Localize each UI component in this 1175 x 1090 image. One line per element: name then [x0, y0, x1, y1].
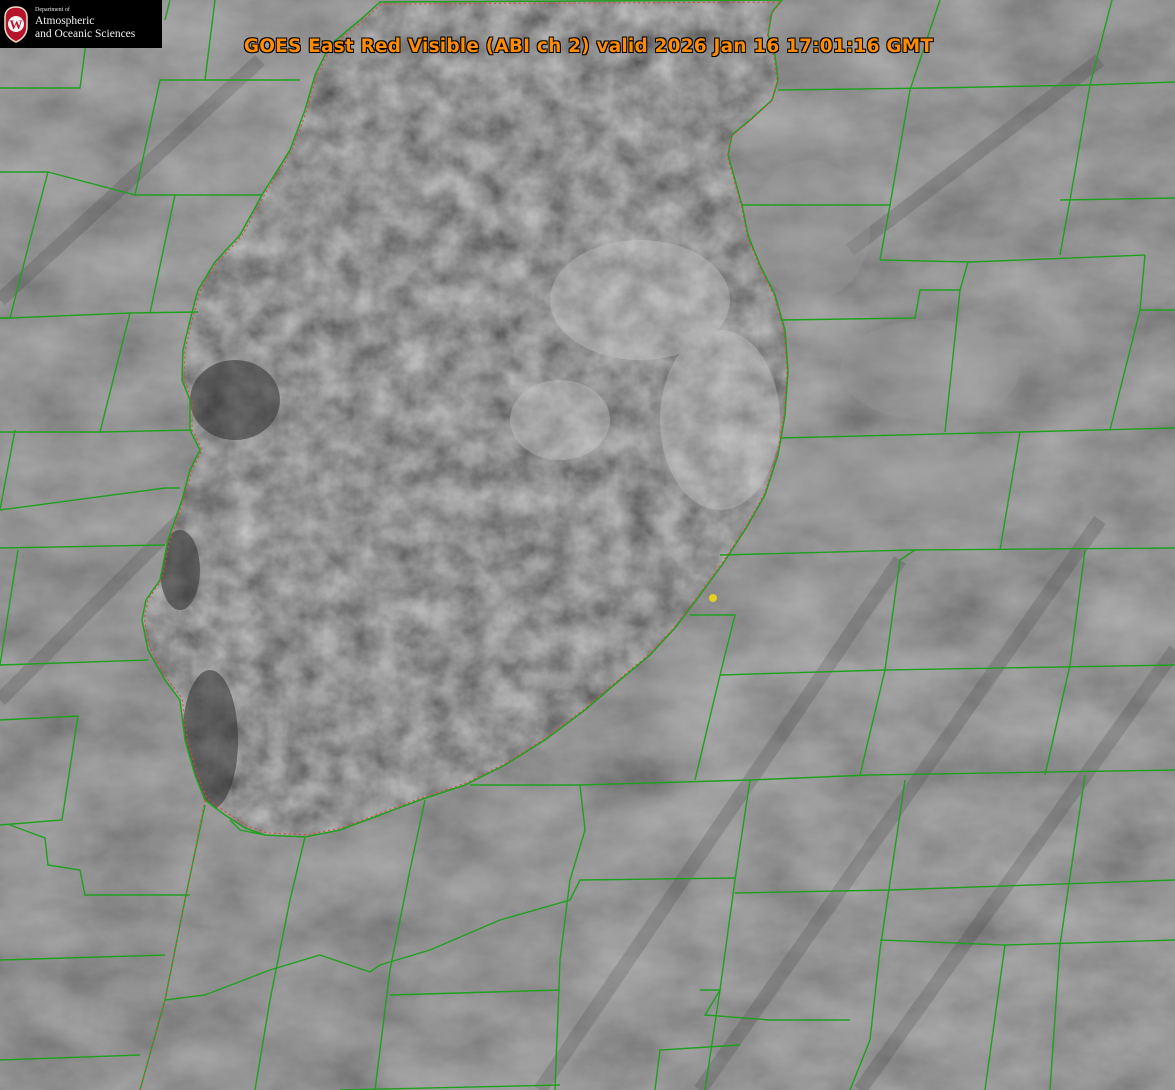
map-view: W Department of Atmospheric and Oceanic …: [0, 0, 1175, 1090]
logo-dept-text: Department of: [35, 7, 70, 13]
svg-text:W: W: [10, 17, 23, 32]
station-marker: [709, 594, 717, 602]
satellite-image: [0, 0, 1175, 1090]
logo-line-1: Atmospheric: [35, 15, 95, 27]
image-title: GOES East Red Visible (ABI ch 2) valid 2…: [243, 36, 934, 57]
